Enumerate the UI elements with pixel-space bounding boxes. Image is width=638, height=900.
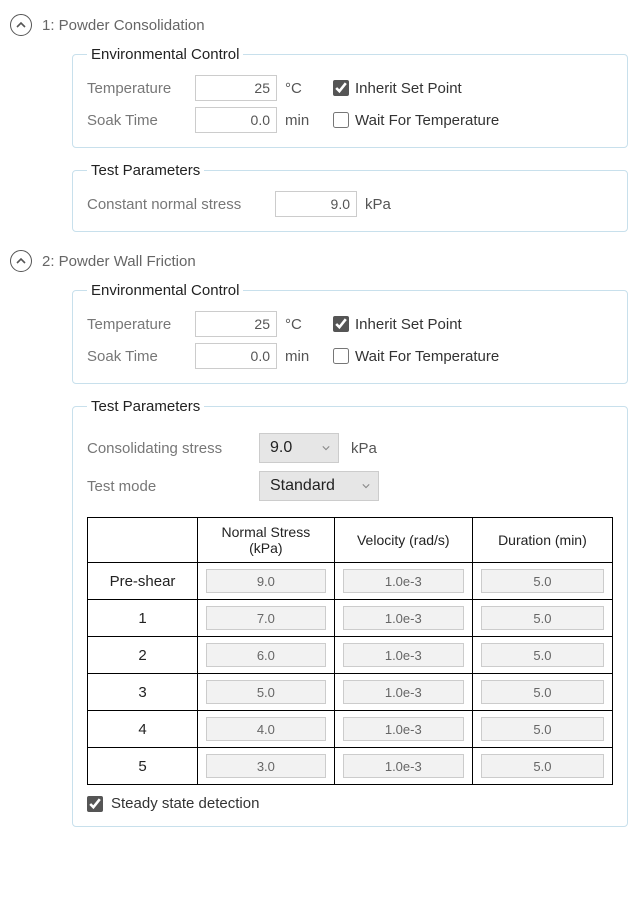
table-header-blank [88, 518, 198, 563]
wait-checkbox[interactable] [333, 348, 349, 364]
table-header-duration: Duration (min) [472, 518, 612, 563]
wait-for-temperature-check[interactable]: Wait For Temperature [333, 112, 499, 129]
table-row: 3 [88, 674, 613, 711]
velocity-input[interactable] [343, 606, 464, 630]
row-label: 1 [88, 600, 198, 637]
constant-normal-stress-unit: kPa [365, 196, 399, 213]
group-legend: Test Parameters [87, 162, 204, 179]
soak-time-input[interactable] [195, 343, 277, 369]
group-legend: Test Parameters [87, 398, 204, 415]
soak-time-label: Soak Time [87, 112, 187, 129]
table-header-row: Normal Stress (kPa) Velocity (rad/s) Dur… [88, 518, 613, 563]
velocity-input[interactable] [343, 717, 464, 741]
duration-input[interactable] [481, 717, 604, 741]
dropdown-value: 9.0 [270, 439, 292, 457]
chevron-down-icon [362, 477, 370, 495]
duration-input[interactable] [481, 569, 604, 593]
group-legend: Environmental Control [87, 282, 243, 299]
temperature-input[interactable] [195, 75, 277, 101]
normal-stress-input[interactable] [206, 606, 326, 630]
chevron-up-icon [16, 20, 26, 30]
row-label: Pre-shear [88, 563, 198, 600]
row-label: 2 [88, 637, 198, 674]
normal-stress-input[interactable] [206, 680, 326, 704]
wait-checkbox[interactable] [333, 112, 349, 128]
normal-stress-input[interactable] [206, 643, 326, 667]
collapse-button[interactable] [10, 250, 32, 272]
temperature-label: Temperature [87, 316, 187, 333]
normal-stress-input[interactable] [206, 754, 326, 778]
section-header: 2: Powder Wall Friction [10, 250, 628, 272]
wait-for-temperature-check[interactable]: Wait For Temperature [333, 348, 499, 365]
table-row: 5 [88, 748, 613, 785]
test-parameters-group: Test Parameters Constant normal stress k… [72, 162, 628, 232]
velocity-input[interactable] [343, 754, 464, 778]
collapse-button[interactable] [10, 14, 32, 36]
temperature-input[interactable] [195, 311, 277, 337]
chevron-down-icon [322, 439, 330, 457]
wait-label: Wait For Temperature [355, 112, 499, 129]
environmental-control-group: Environmental Control Temperature °C Inh… [72, 46, 628, 148]
inherit-label: Inherit Set Point [355, 316, 462, 333]
soak-time-input[interactable] [195, 107, 277, 133]
section-powder-wall-friction: 2: Powder Wall Friction Environmental Co… [10, 250, 628, 827]
duration-input[interactable] [481, 606, 604, 630]
soak-time-unit: min [285, 112, 319, 129]
duration-input[interactable] [481, 754, 604, 778]
table-row: 1 [88, 600, 613, 637]
temperature-unit: °C [285, 316, 319, 333]
velocity-input[interactable] [343, 569, 464, 593]
constant-normal-stress-input[interactable] [275, 191, 357, 217]
steady-state-detection-check[interactable]: Steady state detection [87, 795, 613, 812]
inherit-set-point-check[interactable]: Inherit Set Point [333, 80, 462, 97]
test-parameters-group: Test Parameters Consolidating stress 9.0… [72, 398, 628, 827]
consolidating-stress-unit: kPa [351, 440, 377, 457]
soak-time-unit: min [285, 348, 319, 365]
table-row: 4 [88, 711, 613, 748]
temperature-label: Temperature [87, 80, 187, 97]
consolidating-stress-dropdown[interactable]: 9.0 [259, 433, 339, 463]
normal-stress-input[interactable] [206, 717, 326, 741]
constant-normal-stress-label: Constant normal stress [87, 196, 267, 213]
temperature-unit: °C [285, 80, 319, 97]
test-mode-label: Test mode [87, 478, 247, 495]
table-row: Pre-shear [88, 563, 613, 600]
section-powder-consolidation: 1: Powder Consolidation Environmental Co… [10, 14, 628, 232]
table-row: 2 [88, 637, 613, 674]
velocity-input[interactable] [343, 643, 464, 667]
wall-friction-table: Normal Stress (kPa) Velocity (rad/s) Dur… [87, 517, 613, 785]
section-header: 1: Powder Consolidation [10, 14, 628, 36]
duration-input[interactable] [481, 643, 604, 667]
consolidating-stress-label: Consolidating stress [87, 440, 247, 457]
wait-label: Wait For Temperature [355, 348, 499, 365]
inherit-checkbox[interactable] [333, 316, 349, 332]
table-header-normal-stress: Normal Stress (kPa) [198, 518, 335, 563]
normal-stress-input[interactable] [206, 569, 326, 593]
row-label: 3 [88, 674, 198, 711]
steady-checkbox[interactable] [87, 796, 103, 812]
section-title: 2: Powder Wall Friction [42, 253, 196, 270]
group-legend: Environmental Control [87, 46, 243, 63]
section-title: 1: Powder Consolidation [42, 17, 205, 34]
row-label: 4 [88, 711, 198, 748]
inherit-checkbox[interactable] [333, 80, 349, 96]
velocity-input[interactable] [343, 680, 464, 704]
inherit-set-point-check[interactable]: Inherit Set Point [333, 316, 462, 333]
duration-input[interactable] [481, 680, 604, 704]
table-header-velocity: Velocity (rad/s) [334, 518, 472, 563]
environmental-control-group: Environmental Control Temperature °C Inh… [72, 282, 628, 384]
steady-label: Steady state detection [111, 795, 259, 812]
row-label: 5 [88, 748, 198, 785]
soak-time-label: Soak Time [87, 348, 187, 365]
dropdown-value: Standard [270, 477, 335, 495]
inherit-label: Inherit Set Point [355, 80, 462, 97]
chevron-up-icon [16, 256, 26, 266]
test-mode-dropdown[interactable]: Standard [259, 471, 379, 501]
